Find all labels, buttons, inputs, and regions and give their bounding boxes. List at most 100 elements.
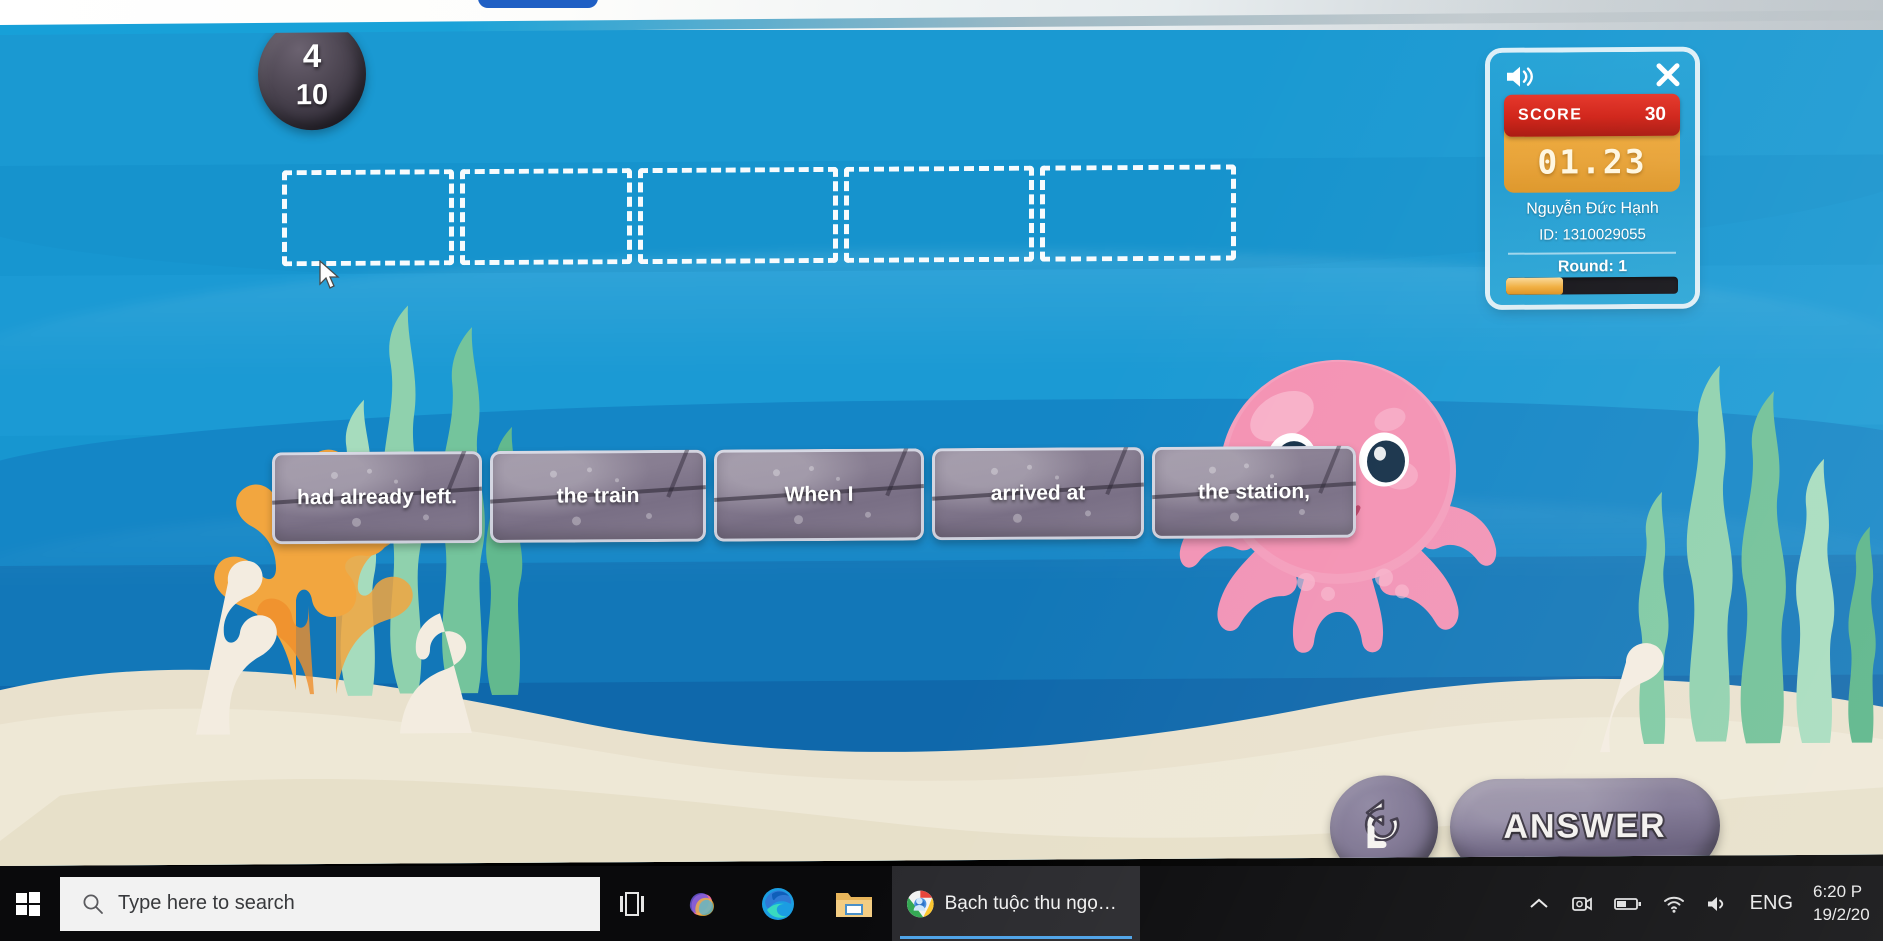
- tile-speck: [351, 518, 361, 528]
- taskbar-app-edge[interactable]: [740, 866, 816, 941]
- search-icon: [83, 894, 103, 914]
- question-total: 10: [295, 78, 329, 111]
- tile-speck: [572, 516, 582, 526]
- tray-volume-button[interactable]: [1706, 894, 1730, 914]
- tray-clock[interactable]: 6:20 P 19/2/20: [1813, 881, 1875, 927]
- answer-button[interactable]: ANSWER: [1450, 777, 1720, 867]
- active-window-indicator: [900, 936, 1132, 939]
- word-tile[interactable]: the train: [490, 449, 706, 544]
- word-tile-label: the station,: [1197, 479, 1310, 504]
- tile-speck: [1270, 473, 1275, 478]
- slot-4[interactable]: [844, 165, 1034, 263]
- score-bar: SCORE 30: [1504, 93, 1680, 137]
- tray-chevron-button[interactable]: [1528, 896, 1550, 912]
- question-counter-badge: 4 10: [258, 17, 366, 131]
- volume-icon: [1707, 896, 1723, 911]
- tile-speck: [991, 468, 999, 476]
- start-button[interactable]: [0, 866, 56, 941]
- tile-speck: [808, 465, 814, 471]
- progress-bar-fill: [1506, 277, 1563, 295]
- tile-speck: [772, 469, 780, 477]
- windows-start-icon: [16, 891, 40, 916]
- tile-speck: [1209, 466, 1217, 474]
- word-tile[interactable]: had already left.: [272, 451, 482, 545]
- word-tile-label: arrived at: [990, 481, 1086, 505]
- browser-chrome-fragment: [478, 0, 598, 8]
- seaweed-right: [1600, 365, 1876, 753]
- camera-icon: [1571, 896, 1592, 911]
- taskbar-active-window-label: Bạch tuộc thu ngọc ...: [944, 892, 1120, 914]
- tile-speck: [1243, 462, 1249, 468]
- player-id: ID: 1310029055: [1539, 225, 1646, 244]
- file-explorer-icon: [836, 892, 872, 917]
- word-tile-label: When I: [784, 482, 854, 507]
- battery-icon: [1613, 897, 1641, 910]
- screen: 4 10 had already left. the train When I arr…: [0, 0, 1883, 941]
- word-tile-label: the train: [556, 484, 640, 508]
- search-box[interactable]: Type here to search: [60, 876, 600, 931]
- tile-speck: [1084, 509, 1091, 516]
- slot-5[interactable]: [1040, 164, 1236, 262]
- tile-speck: [1027, 464, 1033, 470]
- taskbar-app-file-explorer[interactable]: [816, 866, 892, 941]
- word-tile[interactable]: arrived at: [932, 447, 1144, 541]
- answer-slot-row: [282, 164, 1236, 267]
- windows-taskbar: Type here to search Bạch tuộc thu ngọc .…: [0, 866, 1883, 941]
- progress-bar: [1506, 276, 1678, 295]
- slot-2[interactable]: [460, 168, 632, 266]
- edge-icon: [762, 887, 794, 920]
- countdown-timer: 01.23: [1537, 141, 1647, 182]
- system-tray: ENG 6:20 P 19/2/20: [1528, 881, 1883, 927]
- tile-speck: [330, 472, 338, 480]
- tile-speck: [550, 470, 558, 478]
- tile-speck: [835, 476, 840, 481]
- speaker-on-icon[interactable]: [1504, 63, 1538, 91]
- tile-speck: [587, 466, 593, 472]
- screen-top-bezel: [0, 0, 1883, 36]
- task-view-button[interactable]: [600, 866, 664, 941]
- tile-speck: [865, 511, 872, 518]
- player-name: Nguyễn Đức Hạnh: [1526, 199, 1659, 218]
- word-tile[interactable]: the station,: [1152, 445, 1356, 539]
- word-tile-row: had already left. the train When I arrived …: [272, 445, 1356, 545]
- tile-speck: [366, 468, 372, 474]
- tile-speck: [645, 512, 652, 519]
- undo-arrow-icon: [1364, 799, 1400, 849]
- tile-speck: [423, 513, 430, 520]
- tile-speck: [393, 479, 398, 484]
- tray-date: 19/2/20: [1813, 904, 1870, 924]
- word-tile[interactable]: When I: [714, 448, 924, 542]
- score-value: 30: [1644, 103, 1666, 125]
- tray-time: 6:20 P: [1813, 881, 1863, 901]
- tile-speck: [615, 477, 620, 482]
- tray-wifi-button[interactable]: [1662, 894, 1686, 914]
- slot-3[interactable]: [638, 166, 838, 265]
- close-icon[interactable]: [1653, 60, 1683, 90]
- tray-battery-button[interactable]: [1613, 896, 1642, 912]
- tile-speck: [1054, 475, 1059, 480]
- tile-speck: [1229, 512, 1239, 522]
- hud-divider: [1508, 251, 1676, 255]
- tile-speck: [1012, 513, 1022, 524]
- chrome-icon: [906, 890, 934, 917]
- copilot-icon: [689, 892, 714, 916]
- round-label: Round: 1: [1557, 258, 1628, 276]
- tray-language[interactable]: ENG: [1750, 892, 1793, 915]
- answer-button-label: ANSWER: [1501, 804, 1668, 847]
- tray-camera-button[interactable]: [1570, 893, 1594, 915]
- mouse-cursor: [319, 259, 340, 289]
- tile-speck: [1298, 508, 1305, 515]
- wifi-icon: [1663, 896, 1684, 913]
- game-scene: 4 10 had already left. the train When I arr…: [0, 14, 1883, 867]
- word-tile-label: had already left.: [297, 485, 457, 510]
- tile-speck: [793, 515, 803, 525]
- search-placeholder: Type here to search: [118, 892, 295, 914]
- taskbar-app-copilot[interactable]: [664, 866, 740, 941]
- slot-1[interactable]: [282, 169, 454, 267]
- chevron-up-icon: [1529, 898, 1548, 908]
- game-hud-panel: SCORE 30 01.23 Nguyễn Đức Hạnh ID: 13100…: [1490, 51, 1695, 305]
- question-current: 4: [302, 36, 322, 74]
- score-label: SCORE: [1518, 106, 1583, 124]
- task-view-icon: [620, 891, 644, 916]
- taskbar-active-window[interactable]: Bạch tuộc thu ngọc ...: [892, 866, 1140, 941]
